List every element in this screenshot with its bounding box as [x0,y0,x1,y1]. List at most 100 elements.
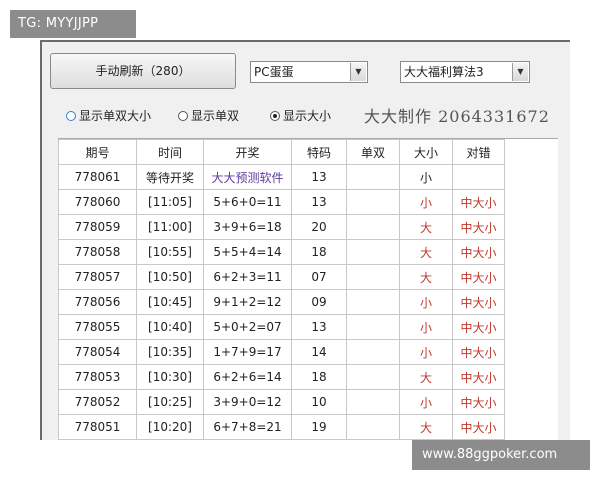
result-cell: 中大小 [452,214,505,240]
header-result[interactable]: 对错 [452,139,505,165]
special-cell: 13 [291,314,347,340]
radio-show-odd-even[interactable]: 显示单双 [178,106,239,126]
header-time[interactable]: 时间 [136,139,204,165]
table-row[interactable]: 778051 [10:20] 6+7+8=21 19 大中大小 [58,414,505,440]
special-cell: 18 [291,239,347,265]
size-cell: 小 [399,189,453,215]
draw-cell: 3+9+6=18 [203,214,292,240]
manual-refresh-button[interactable]: 手动刷新（280） [50,53,236,89]
odd-even-cell [346,414,400,440]
result-cell: 中大小 [452,239,505,265]
table-row[interactable]: 778059 [11:00] 3+9+6=18 20 大中大小 [58,214,505,240]
size-cell: 大 [399,214,453,240]
size-cell: 小 [399,339,453,365]
time-cell: [10:50] [136,264,204,290]
odd-even-cell [346,339,400,365]
draw-cell: 6+7+8=21 [203,414,292,440]
header-size[interactable]: 大小 [399,139,453,165]
table-row[interactable]: 778058 [10:55] 5+5+4=14 18 大中大小 [58,239,505,265]
period-cell: 778061 [58,164,137,190]
table-header-row: 期号 时间 开奖 特码 单双 大小 对错 [58,139,505,165]
watermark-bottom: www.88ggpoker.com [412,440,590,470]
time-cell: [10:25] [136,389,204,415]
odd-even-cell [346,214,400,240]
special-cell: 19 [291,414,347,440]
game-select[interactable]: PC蛋蛋 ▼ [250,61,368,83]
period-cell: 778060 [58,189,137,215]
size-cell: 小 [399,289,453,315]
result-cell: 中大小 [452,389,505,415]
odd-even-cell [346,289,400,315]
special-cell: 13 [291,164,347,190]
draw-cell: 5+5+4=14 [203,239,292,265]
radio-circle-icon[interactable] [270,111,280,121]
header-odd-even[interactable]: 单双 [346,139,400,165]
results-table-container: 期号 时间 开奖 特码 单双 大小 对错 778061 等待开奖 大大预测软件 13 小… [58,138,558,440]
table-row[interactable]: 778061 等待开奖 大大预测软件 13 小 [58,164,505,190]
special-cell: 09 [291,289,347,315]
table-row[interactable]: 778060 [11:05] 5+6+0=11 13 小中大小 [58,189,505,215]
header-period[interactable]: 期号 [58,139,137,165]
radio-label: 显示单双大小 [79,109,152,123]
table-row[interactable]: 778057 [10:50] 6+2+3=11 07 大中大小 [58,264,505,290]
result-cell: 中大小 [452,314,505,340]
table-row[interactable]: 778055 [10:40] 5+0+2=07 13 小中大小 [58,314,505,340]
table-row[interactable]: 778054 [10:35] 1+7+9=17 14 小中大小 [58,339,505,365]
time-cell: [10:30] [136,364,204,390]
odd-even-cell [346,239,400,265]
draw-cell: 1+7+9=17 [203,339,292,365]
odd-even-cell [346,314,400,340]
radio-show-size[interactable]: 显示大小 [270,106,331,126]
size-cell: 大 [399,239,453,265]
result-cell: 中大小 [452,264,505,290]
chevron-down-icon[interactable]: ▼ [350,63,366,81]
result-cell: 中大小 [452,289,505,315]
draw-cell: 6+2+3=11 [203,264,292,290]
result-cell: 中大小 [452,414,505,440]
draw-cell: 大大预测软件 [203,164,292,190]
radio-show-odd-even-size[interactable]: 显示单双大小 [66,106,151,126]
size-cell: 小 [399,389,453,415]
draw-cell: 9+1+2=12 [203,289,292,315]
table-row[interactable]: 778056 [10:45] 9+1+2=12 09 小中大小 [58,289,505,315]
result-cell: 中大小 [452,339,505,365]
period-cell: 778052 [58,389,137,415]
header-special[interactable]: 特码 [291,139,347,165]
period-cell: 778054 [58,339,137,365]
odd-even-cell [346,189,400,215]
period-cell: 778055 [58,314,137,340]
size-cell: 大 [399,264,453,290]
size-cell: 小 [399,314,453,340]
time-cell: [10:45] [136,289,204,315]
time-cell: 等待开奖 [136,164,204,190]
draw-cell: 5+0+2=07 [203,314,292,340]
radio-label: 显示单双 [191,109,240,123]
table-row[interactable]: 778053 [10:30] 6+2+6=14 18 大中大小 [58,364,505,390]
odd-even-cell [346,264,400,290]
header-draw[interactable]: 开奖 [203,139,292,165]
odd-even-cell [346,364,400,390]
period-cell: 778051 [58,414,137,440]
draw-cell: 3+9+0=12 [203,389,292,415]
period-cell: 778057 [58,264,137,290]
watermark-top: TG: MYYJJPP [10,10,136,38]
special-cell: 07 [291,264,347,290]
results-table: 期号 时间 开奖 特码 单双 大小 对错 778061 等待开奖 大大预测软件 13 小… [58,139,505,440]
time-cell: [11:00] [136,214,204,240]
size-cell: 小 [399,164,453,190]
special-cell: 10 [291,389,347,415]
table-row[interactable]: 778052 [10:25] 3+9+0=12 10 小中大小 [58,389,505,415]
radio-circle-icon[interactable] [66,111,76,121]
algorithm-select[interactable]: 大大福利算法3 ▼ [400,61,530,83]
game-select-value: PC蛋蛋 [254,65,294,79]
result-cell: 中大小 [452,364,505,390]
special-cell: 18 [291,364,347,390]
algorithm-select-value: 大大福利算法3 [404,65,484,79]
time-cell: [11:05] [136,189,204,215]
size-cell: 大 [399,414,453,440]
radio-circle-icon[interactable] [178,111,188,121]
special-cell: 20 [291,214,347,240]
chevron-down-icon[interactable]: ▼ [512,63,528,81]
time-cell: [10:55] [136,239,204,265]
time-cell: [10:40] [136,314,204,340]
